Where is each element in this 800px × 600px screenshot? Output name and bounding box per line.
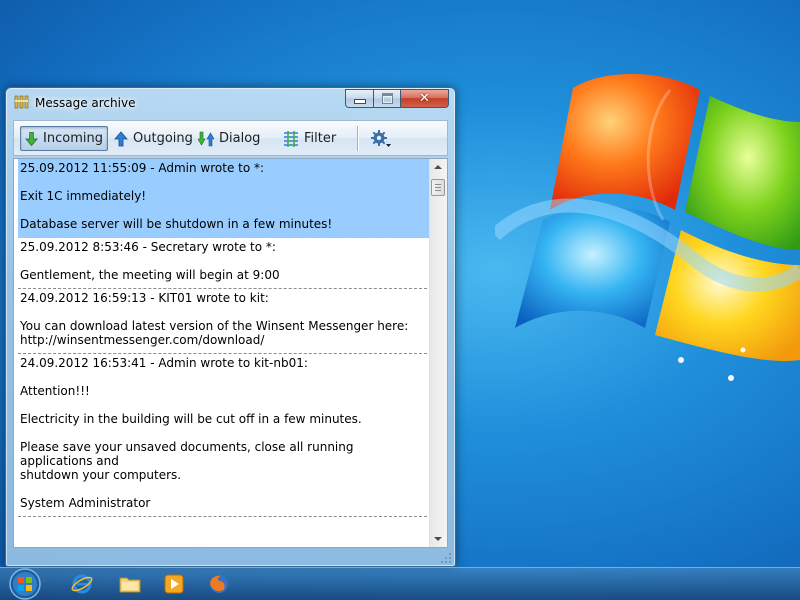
settings-button[interactable]: [366, 126, 401, 151]
message-text: Please save your unsaved documents, clos…: [20, 440, 354, 482]
message-item[interactable]: 25.09.2012 8:53:46 - Secretary wrote to …: [18, 238, 427, 289]
maximize-button[interactable]: [374, 89, 401, 108]
tab-dialog[interactable]: Dialog: [194, 126, 264, 151]
toolbar: Incoming Outgoing Dialog Filter: [13, 120, 448, 156]
message-archive-window: Message archive ✕ Incoming Outgoing Dial…: [5, 87, 456, 567]
message-item[interactable]: 24.09.2012 16:53:41 - Admin wrote to kit…: [18, 354, 427, 517]
scroll-thumb[interactable]: [431, 179, 445, 196]
windows-logo-wallpaper: [495, 73, 800, 381]
message-text: Gentlement, the meeting will begin at 9:…: [20, 268, 280, 282]
scroll-up-icon[interactable]: [434, 165, 442, 169]
message-item[interactable]: 25.09.2012 11:55:09 - Admin wrote to *: E…: [18, 159, 429, 238]
tab-dialog-label: Dialog: [219, 131, 261, 146]
internet-explorer-icon[interactable]: [70, 572, 94, 596]
file-explorer-icon[interactable]: [118, 572, 142, 596]
filter-icon: [284, 130, 298, 147]
app-icon: [14, 95, 29, 109]
message-header: 25.09.2012 11:55:09 - Admin wrote to *:: [20, 161, 265, 175]
message-text: Exit 1C immediately!: [20, 189, 147, 203]
message-text: Electricity in the building will be cut …: [20, 412, 362, 426]
close-button[interactable]: ✕: [401, 89, 449, 108]
dropdown-arrow: [386, 143, 391, 147]
arrow-down-green-icon: [25, 131, 38, 146]
message-list[interactable]: 25.09.2012 11:55:09 - Admin wrote to *: E…: [13, 158, 448, 548]
tab-incoming-label: Incoming: [43, 131, 103, 146]
tab-outgoing[interactable]: Outgoing: [110, 126, 197, 151]
arrow-up-blue-icon: [114, 130, 128, 146]
messages-container: 25.09.2012 11:55:09 - Admin wrote to *: E…: [14, 159, 447, 517]
close-icon: ✕: [419, 91, 430, 106]
message-header: 24.09.2012 16:59:13 - KIT01 wrote to kit…: [20, 291, 269, 305]
firefox-icon[interactable]: [207, 572, 231, 596]
gear-icon: [371, 129, 391, 147]
resize-grip-icon[interactable]: [441, 553, 451, 563]
window-title: Message archive: [35, 96, 136, 110]
toolbar-separator: [357, 126, 358, 151]
media-player-icon[interactable]: [162, 572, 186, 596]
message-text: System Administrator: [20, 496, 151, 510]
message-text: Attention!!!: [20, 384, 90, 398]
window-controls: ✕: [345, 89, 449, 108]
tab-outgoing-label: Outgoing: [133, 131, 193, 146]
message-text: Database server will be shutdown in a fe…: [20, 217, 333, 231]
message-text: You can download latest version of the W…: [20, 319, 409, 347]
start-orb[interactable]: [5, 568, 45, 600]
filter-button[interactable]: Filter: [279, 126, 340, 151]
vertical-scrollbar[interactable]: [429, 159, 447, 547]
tab-incoming[interactable]: Incoming: [20, 126, 108, 151]
title-bar[interactable]: Message archive ✕: [6, 88, 455, 116]
minimize-icon: [353, 99, 366, 104]
dialog-arrows-icon: [198, 131, 214, 146]
taskbar: [0, 567, 800, 600]
maximize-icon: [381, 93, 393, 104]
filter-label: Filter: [304, 131, 337, 146]
scroll-down-icon[interactable]: [434, 537, 442, 541]
minimize-button[interactable]: [345, 89, 374, 108]
message-header: 24.09.2012 16:53:41 - Admin wrote to kit…: [20, 356, 308, 370]
message-header: 25.09.2012 8:53:46 - Secretary wrote to …: [20, 240, 276, 254]
message-item[interactable]: 24.09.2012 16:59:13 - KIT01 wrote to kit…: [18, 289, 427, 354]
